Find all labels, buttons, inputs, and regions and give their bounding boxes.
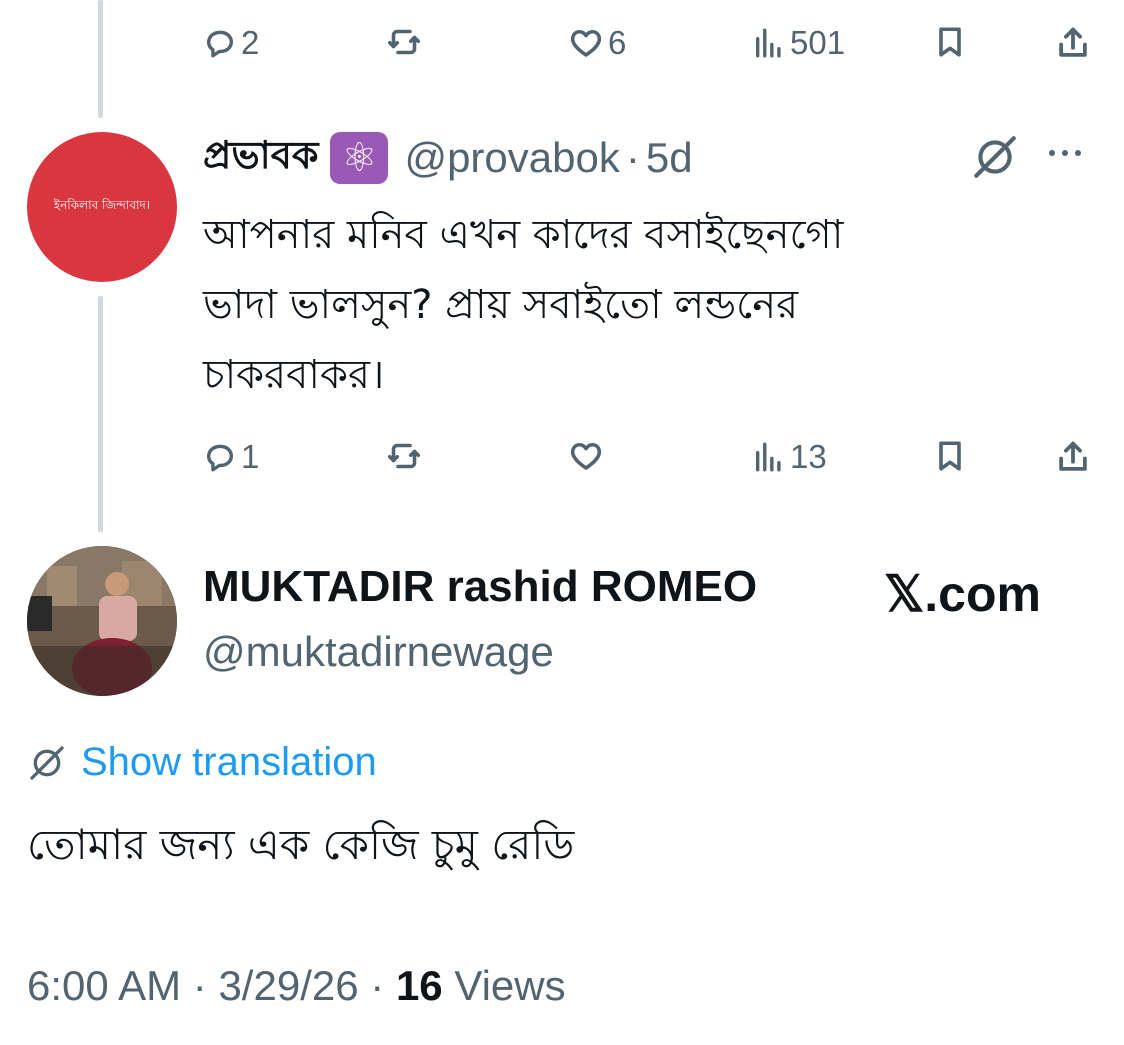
reply-time[interactable]: 5d: [646, 134, 693, 182]
bookmark-icon: [939, 27, 961, 57]
reply-text-line-1: আপনার মনিব এখন কাদের বসাইছেনগো: [203, 212, 844, 258]
x-watermark: 𝕏.com: [884, 566, 1041, 622]
analytics-icon: [755, 442, 781, 472]
reply-avatar[interactable]: ইনকিলাব জিন্দাবাদ।: [27, 132, 177, 282]
main-display-name[interactable]: MUKTADIR rashid ROMEO: [203, 562, 757, 612]
retweet-icon: [387, 29, 421, 55]
reply-header: প্রভাবক ⚛ @provabok · 5d: [203, 128, 693, 188]
views-label: Views: [454, 962, 566, 1009]
main-handle[interactable]: @muktadirnewage: [203, 628, 554, 676]
reply-icon: [206, 444, 234, 472]
grok-icon[interactable]: [970, 132, 1020, 186]
bookmark-icon: [939, 441, 961, 471]
share-icon: [1059, 441, 1087, 471]
reply-handle[interactable]: @provabok: [404, 134, 619, 182]
meta-sep-2: ·: [370, 962, 385, 1009]
reply-tweet-reply-button[interactable]: 1: [203, 438, 259, 476]
translate-icon: [30, 745, 64, 780]
atom-emoji-icon: ⚛: [330, 132, 389, 184]
show-translation-link[interactable]: Show translation: [27, 740, 377, 785]
reply-button[interactable]: 2: [203, 24, 259, 62]
tweet-date[interactable]: 3/29/26: [218, 962, 358, 1009]
reply-sep: ·: [625, 134, 640, 181]
thread-line-bottom: [98, 296, 103, 532]
main-avatar[interactable]: [27, 546, 177, 696]
share-icon: [1059, 27, 1087, 57]
reply-tweet-views-count: 13: [790, 438, 827, 475]
reply-icon: [206, 30, 234, 58]
more-options-icon[interactable]: [1049, 150, 1081, 156]
views-count-total[interactable]: 16: [396, 962, 443, 1009]
heart-icon: [570, 442, 602, 470]
like-count: 6: [608, 24, 627, 61]
reply-display-name[interactable]: প্রভাবক: [203, 126, 318, 190]
retweet-icon: [387, 443, 421, 469]
avatar-text: ইনকিলাব জিন্দাবাদ।: [53, 198, 151, 212]
analytics-icon: [755, 28, 781, 58]
tweet-meta: 6:00 AM · 3/29/26 · 16 Views: [27, 962, 566, 1010]
reply-text-line-3: চাকরবাকর।: [203, 352, 385, 398]
views-button[interactable]: 501: [752, 24, 845, 62]
thread-line-top: [98, 0, 103, 118]
reply-count: 2: [241, 24, 260, 61]
main-tweet-text: তোমার জন্য এক কেজি চুমু রেডি: [27, 820, 575, 869]
reply-tweet-views-button[interactable]: 13: [752, 438, 827, 476]
views-count: 501: [790, 24, 846, 61]
reply-text: আপনার মনিব এখন কাদের বসাইছেনগো ভাদা ভালস…: [203, 200, 843, 410]
avatar-photo: [27, 546, 177, 696]
reply-tweet-bookmark-button[interactable]: [932, 438, 968, 474]
reply-tweet-retweet-button[interactable]: [386, 438, 422, 474]
retweet-button[interactable]: [386, 24, 422, 60]
like-button[interactable]: 6: [568, 24, 626, 62]
reply-tweet-share-button[interactable]: [1054, 438, 1092, 476]
share-button[interactable]: [1054, 24, 1092, 62]
reply-tweet-like-button[interactable]: [568, 438, 608, 474]
reply-tweet-reply-count: 1: [241, 438, 260, 475]
show-translation-label: Show translation: [81, 740, 377, 784]
heart-icon: [570, 29, 602, 57]
reply-text-line-2: ভাদা ভালসুন? প্রায় সবাইতো লন্ডনের: [203, 282, 799, 328]
bookmark-button[interactable]: [932, 24, 968, 60]
meta-sep-1: ·: [192, 962, 207, 1009]
tweet-time[interactable]: 6:00 AM: [27, 962, 181, 1009]
